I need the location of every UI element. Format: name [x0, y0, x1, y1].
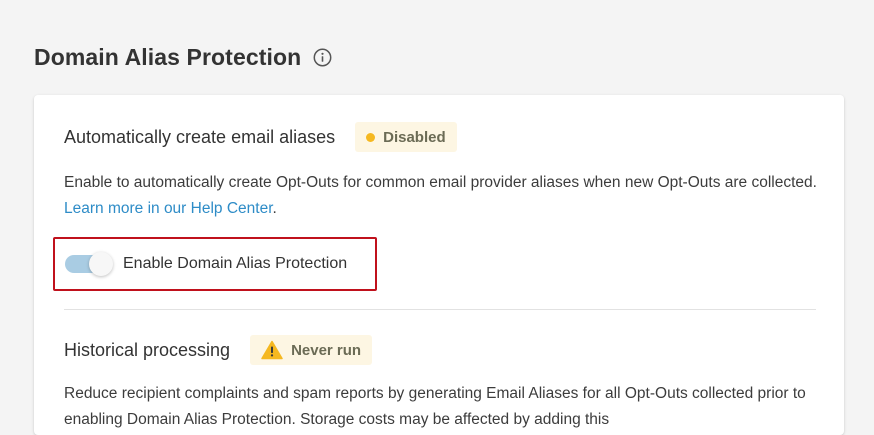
status-badge-never-run: Never run — [250, 335, 373, 365]
status-dot-icon — [366, 132, 376, 142]
toggle-knob — [89, 252, 113, 276]
status-badge-label: Never run — [291, 341, 362, 359]
toggle-label[interactable]: Enable Domain Alias Protection — [123, 255, 347, 273]
auto-create-heading-row: Automatically create email aliases Disab… — [64, 122, 457, 152]
auto-create-description-text: Enable to automatically create Opt-Outs … — [64, 174, 817, 191]
toggle-highlight-box: Enable Domain Alias Protection — [53, 237, 377, 291]
domain-alias-card: Automatically create email aliases Disab… — [34, 95, 844, 435]
warning-triangle-icon — [261, 340, 283, 360]
historical-description: Reduce recipient complaints and spam rep… — [64, 385, 806, 428]
enable-domain-alias-toggle[interactable] — [65, 252, 113, 276]
historical-heading-row: Historical processing Never run — [64, 335, 373, 365]
auto-create-description: Enable to automatically create Opt-Outs … — [64, 170, 824, 222]
status-badge-disabled: Disabled — [355, 122, 457, 152]
help-center-link[interactable]: Learn more in our Help Center — [64, 200, 273, 217]
info-icon[interactable] — [313, 48, 332, 67]
section-divider — [64, 309, 816, 310]
historical-heading: Historical processing — [64, 339, 231, 360]
description-period: . — [272, 200, 277, 217]
page-title: Domain Alias Protection — [34, 44, 302, 70]
page-header: Domain Alias Protection — [34, 44, 332, 71]
status-badge-label: Disabled — [383, 128, 446, 146]
auto-create-heading: Automatically create email aliases — [64, 126, 336, 147]
